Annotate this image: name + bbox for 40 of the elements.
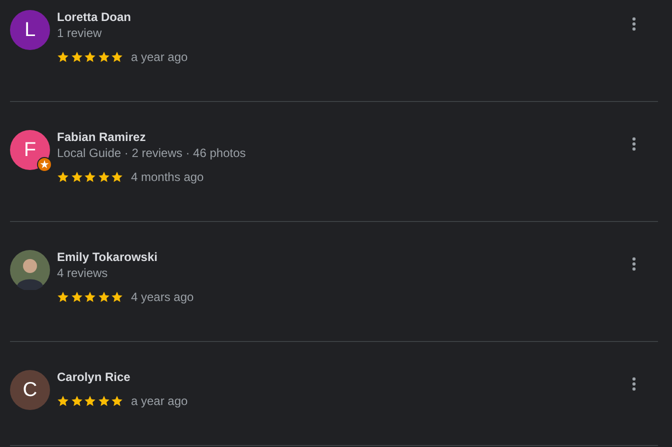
star-icon — [84, 171, 96, 183]
review-date: 4 months ago — [131, 170, 204, 184]
more-options-icon[interactable] — [632, 377, 636, 391]
more-options-icon[interactable] — [632, 17, 636, 31]
letter-avatar: F — [10, 130, 50, 170]
star-icon — [98, 291, 110, 303]
star-icon — [70, 171, 82, 183]
reviewer-name[interactable]: Loretta Doan — [57, 9, 632, 25]
star-icon — [57, 291, 69, 303]
star-icon — [57, 395, 69, 407]
star-icon — [111, 51, 123, 63]
star-icon — [70, 395, 82, 407]
reviewer-name[interactable]: Carolyn Rice — [57, 369, 632, 385]
star-icon — [57, 171, 69, 183]
star-icon — [57, 51, 69, 63]
letter-avatar: L — [10, 10, 50, 50]
avatar-silhouette-icon — [10, 250, 50, 290]
review-date: a year ago — [131, 394, 188, 408]
star-icon — [84, 291, 96, 303]
reviewer-info: 1 review — [57, 25, 103, 41]
more-options-icon[interactable] — [632, 137, 636, 151]
star-icon — [70, 291, 82, 303]
star-icon — [98, 51, 110, 63]
star-icon — [98, 395, 110, 407]
reviewer-name[interactable]: Emily Tokarowski — [57, 249, 632, 265]
review-date: 4 years ago — [131, 290, 194, 304]
local-guide-badge-icon — [37, 157, 52, 172]
star-icon — [98, 171, 110, 183]
reviewer-info: Local Guide · 2 reviews · 46 photos — [57, 145, 247, 161]
star-icon — [111, 291, 123, 303]
star-icon — [111, 395, 123, 407]
star-icon — [84, 51, 96, 63]
star-icon — [84, 395, 96, 407]
star-icon — [70, 51, 82, 63]
more-options-icon[interactable] — [632, 257, 636, 271]
review-date: a year ago — [131, 50, 188, 64]
letter-avatar: C — [10, 370, 50, 410]
reviewer-name[interactable]: Fabian Ramirez — [57, 129, 632, 145]
reviewer-info: 4 reviews — [57, 265, 109, 281]
star-icon — [111, 171, 123, 183]
